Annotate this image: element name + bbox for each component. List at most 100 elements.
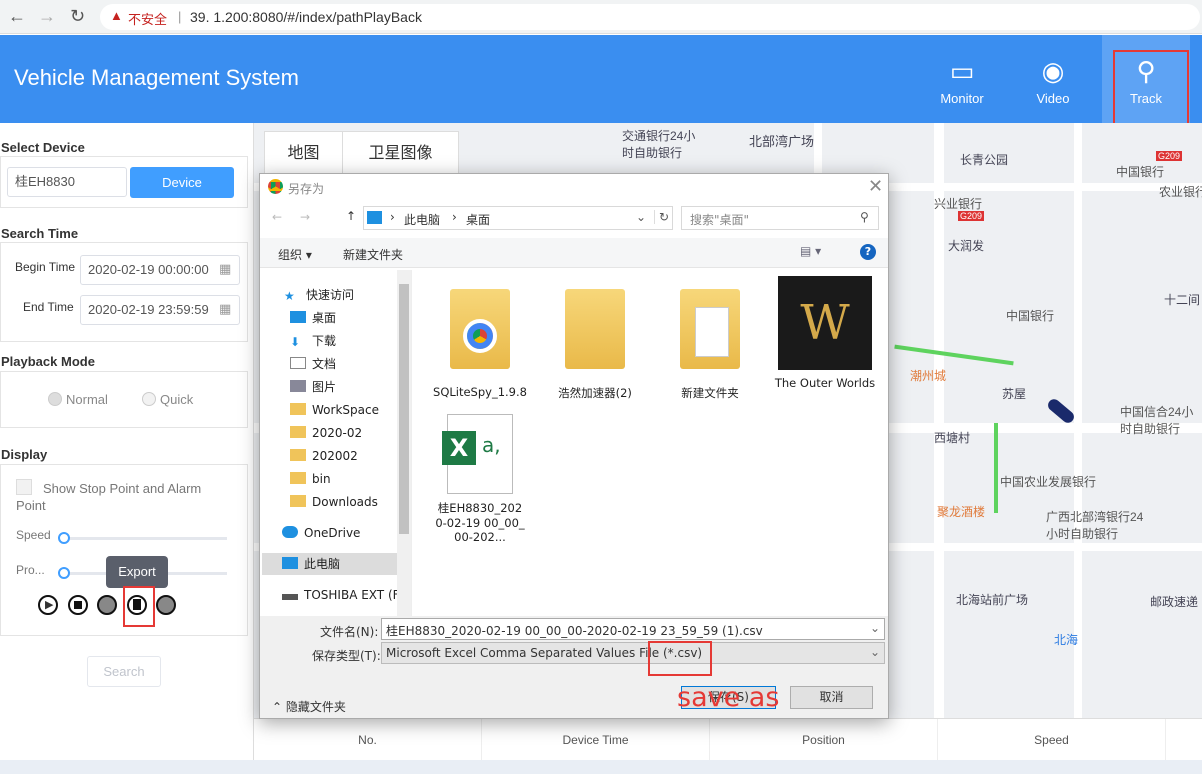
folder-icon bbox=[290, 472, 306, 484]
nav-item[interactable]: Downloads bbox=[312, 495, 378, 509]
file-item[interactable]: Xa, 桂EH8830_2020-02-19 00_00_00-202... bbox=[425, 414, 535, 544]
help-icon[interactable]: ? bbox=[860, 244, 876, 260]
speed-slider[interactable] bbox=[63, 537, 227, 540]
calendar-icon[interactable]: ▦ bbox=[219, 261, 231, 277]
time-box: Begin Time 2020-02-19 00:00:00 ▦ End Tim… bbox=[0, 242, 248, 342]
search-button[interactable]: Search bbox=[87, 656, 161, 687]
map-label: 潮州城 bbox=[910, 369, 947, 383]
up-icon[interactable]: ↑ bbox=[346, 209, 356, 223]
file-item[interactable]: SQLiteSpy_1.9.8 bbox=[425, 284, 535, 399]
cancel-button[interactable]: 取消 bbox=[790, 686, 873, 709]
highway-badge: G209 bbox=[1156, 151, 1183, 161]
nav-item[interactable]: 此电脑 bbox=[304, 557, 340, 571]
device-box: 桂EH8830 Device bbox=[0, 156, 248, 208]
map-label: 邮政速递 bbox=[1150, 595, 1199, 609]
column-header[interactable]: Device Time bbox=[482, 719, 710, 760]
begin-time-label: Begin Time bbox=[15, 260, 76, 274]
nav-pane: ★ 快速访问 桌面 ⬇ 下载 文档 图片 WorkSpace 2020-02 202… bbox=[260, 270, 412, 616]
folder-icon bbox=[290, 403, 306, 415]
reload-icon[interactable]: ↻ bbox=[70, 6, 85, 27]
search-input[interactable]: 搜索"桌面" ⚲ bbox=[681, 206, 879, 230]
nav-item[interactable]: 图片 bbox=[312, 380, 336, 394]
file-item[interactable]: 浩然加速器(2) bbox=[540, 284, 650, 401]
speed-slider-handle[interactable] bbox=[58, 532, 70, 544]
nav-item[interactable]: WorkSpace bbox=[312, 403, 379, 417]
nav-item[interactable]: 2020-02 bbox=[312, 426, 362, 440]
tab-satellite[interactable]: 卫星图像 bbox=[343, 132, 458, 174]
back-icon[interactable]: ← bbox=[8, 6, 26, 27]
map-label: 苏屋 bbox=[1002, 387, 1027, 401]
end-time-input[interactable]: 2020-02-19 23:59:59 bbox=[80, 295, 240, 325]
warning-icon: ▲ bbox=[110, 8, 123, 23]
nav-monitor[interactable]: ▭ Monitor bbox=[918, 35, 1006, 123]
nav-scrollbar[interactable] bbox=[397, 270, 411, 616]
progress-slider-handle[interactable] bbox=[58, 567, 70, 579]
breadcrumb[interactable]: › 此电脑 › 桌面 ⌄ ↻ bbox=[363, 206, 673, 230]
tab-map[interactable]: 地图 bbox=[265, 132, 343, 174]
device-button[interactable]: Device bbox=[130, 167, 234, 198]
breadcrumb-item[interactable]: 此电脑 bbox=[404, 211, 440, 228]
address-bar[interactable]: ▲ 不安全 | 39. 1.200:8080/#/index/pathPlayB… bbox=[100, 4, 1200, 30]
stop-button[interactable] bbox=[68, 595, 88, 615]
radio-normal[interactable] bbox=[48, 392, 62, 406]
progress-label: Pro... bbox=[16, 563, 45, 577]
map-label: 长青公园 bbox=[960, 153, 1009, 167]
calendar-icon[interactable]: ▦ bbox=[219, 301, 231, 317]
view-icon[interactable]: ▤ ▾ bbox=[800, 244, 821, 258]
folder-icon bbox=[565, 289, 625, 369]
star-icon: ★ bbox=[284, 289, 295, 303]
folder-icon bbox=[290, 495, 306, 507]
forward-icon[interactable]: → bbox=[38, 6, 56, 27]
section-title: Playback Mode bbox=[1, 354, 95, 369]
nav-item[interactable]: TOSHIBA EXT (F bbox=[304, 588, 400, 602]
organize-menu[interactable]: 组织 ▾ bbox=[278, 246, 312, 263]
column-header[interactable]: Speed bbox=[938, 719, 1166, 760]
radio-quick[interactable] bbox=[142, 392, 156, 406]
filetype-select[interactable]: Microsoft Excel Comma Separated Values F… bbox=[381, 642, 885, 664]
nav-item[interactable]: 快速访问 bbox=[306, 288, 354, 302]
breadcrumb-item[interactable]: 桌面 bbox=[466, 211, 490, 228]
refresh-icon[interactable]: ↻ bbox=[654, 210, 669, 224]
record-button[interactable] bbox=[156, 595, 176, 615]
highlight-box bbox=[123, 586, 155, 627]
section-title: Display bbox=[1, 447, 48, 462]
chevron-down-icon[interactable]: ⌄ bbox=[870, 645, 880, 659]
filename-input[interactable]: 桂EH8830_2020-02-19 00_00_00-2020-02-19 2… bbox=[381, 618, 885, 640]
folder-icon bbox=[290, 426, 306, 438]
nav-video[interactable]: ◉ Video bbox=[1009, 35, 1097, 123]
file-name: 桂EH8830_2020-02-19 00_00_00-202... bbox=[435, 501, 525, 544]
chevron-down-icon[interactable]: ⌄ bbox=[636, 210, 646, 224]
nav-item[interactable]: 下载 bbox=[312, 334, 336, 348]
device-input[interactable]: 桂EH8830 bbox=[7, 167, 127, 197]
close-icon[interactable]: ✕ bbox=[868, 176, 883, 197]
file-name: SQLiteSpy_1.9.8 bbox=[433, 385, 527, 399]
track-table-header: No. Device Time Position Speed bbox=[254, 718, 1202, 760]
column-header[interactable]: No. bbox=[254, 719, 482, 760]
hide-folders-label: 隐藏文件夹 bbox=[285, 700, 346, 714]
file-item[interactable]: 新建文件夹 bbox=[655, 284, 765, 401]
document-icon bbox=[695, 307, 729, 357]
column-header[interactable]: Position bbox=[710, 719, 938, 760]
chevron-down-icon[interactable]: ⌄ bbox=[870, 621, 880, 635]
nav-item[interactable]: 桌面 bbox=[312, 311, 336, 325]
nav-item[interactable]: 202002 bbox=[312, 449, 358, 463]
file-item[interactable]: W The Outer Worlds bbox=[770, 276, 880, 390]
hide-folders-toggle[interactable]: ⌃ 隐藏文件夹 bbox=[272, 698, 346, 715]
record-off-button[interactable] bbox=[97, 595, 117, 615]
map-label: 十二间 bbox=[1164, 293, 1201, 307]
forward-icon[interactable]: → bbox=[300, 210, 310, 224]
browser-toolbar: ← → ↻ ▲ 不安全 | 39. 1.200:8080/#/index/pat… bbox=[0, 0, 1202, 34]
nav-item[interactable]: bin bbox=[312, 472, 331, 486]
play-button[interactable]: ▶ bbox=[38, 595, 58, 615]
begin-time-input[interactable]: 2020-02-19 00:00:00 bbox=[80, 255, 240, 285]
new-folder-button[interactable]: 新建文件夹 bbox=[343, 246, 403, 263]
nav-item[interactable]: 文档 bbox=[312, 357, 336, 371]
nav-item[interactable]: OneDrive bbox=[304, 526, 360, 540]
filetype-label: 保存类型(T): bbox=[312, 649, 381, 663]
download-icon: ⬇ bbox=[290, 335, 301, 349]
vehicle-marker-icon[interactable] bbox=[1045, 396, 1077, 426]
export-tooltip: Export bbox=[106, 556, 168, 588]
back-icon[interactable]: ← bbox=[272, 210, 282, 224]
map-label: 北部湾广场 bbox=[749, 134, 815, 149]
url-text[interactable]: 39. 1.200:8080/#/index/pathPlayBack bbox=[190, 9, 422, 25]
